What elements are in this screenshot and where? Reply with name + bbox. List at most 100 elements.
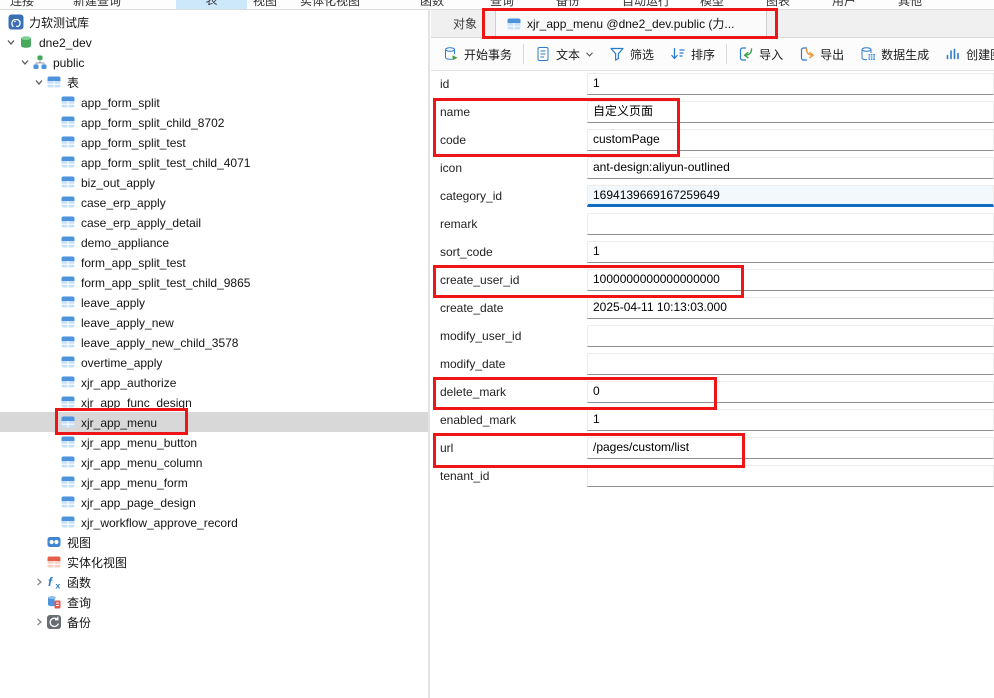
- tree-item-力软测试库[interactable]: 力软测试库: [0, 12, 428, 32]
- tree-item-demo_appliance[interactable]: demo_appliance: [0, 232, 428, 252]
- field-input-category_id[interactable]: 1694139669167259649: [587, 185, 994, 207]
- main-toolbar-item-备份[interactable]: 备份: [556, 0, 580, 10]
- chevron-down-icon[interactable]: [4, 36, 18, 48]
- field-input-modify_user_id[interactable]: [587, 325, 994, 347]
- main-toolbar-item-其他[interactable]: 其他: [898, 0, 922, 10]
- field-row-modify_date: modify_date: [431, 351, 994, 379]
- field-input-modify_date[interactable]: [587, 353, 994, 375]
- toolbar-button-排序[interactable]: 排序: [662, 41, 723, 67]
- main-toolbar-item-图表[interactable]: 图表: [766, 0, 790, 10]
- table-icon: [60, 274, 76, 290]
- tree-item-form_app_split_test_child_9865[interactable]: form_app_split_test_child_9865: [0, 272, 428, 292]
- table-icon: [60, 394, 76, 410]
- tree-item-overtime_apply[interactable]: overtime_apply: [0, 352, 428, 372]
- main-toolbar-item-模型[interactable]: 模型: [700, 0, 724, 10]
- main-toolbar-item-视图[interactable]: 视图: [253, 0, 277, 10]
- main-toolbar-item-表[interactable]: 表: [176, 0, 247, 10]
- toolbar-button-数据生成[interactable]: 数据生成: [852, 41, 937, 67]
- tree-item-label: case_erp_apply_detail: [81, 215, 201, 230]
- tree-item-leave_apply_new[interactable]: leave_apply_new: [0, 312, 428, 332]
- tree-item-xjr_app_func_design[interactable]: xjr_app_func_design: [0, 392, 428, 412]
- tree-item-查询[interactable]: 查询: [0, 592, 428, 612]
- tree-item-dne2_dev[interactable]: dne2_dev: [0, 32, 428, 52]
- tree-item-备份[interactable]: 备份: [0, 612, 428, 632]
- field-input-tenant_id[interactable]: [587, 465, 994, 487]
- tree-item-xjr_app_authorize[interactable]: xjr_app_authorize: [0, 372, 428, 392]
- tree-item-xjr_workflow_approve_record[interactable]: xjr_workflow_approve_record: [0, 512, 428, 532]
- tree-item-app_form_split_test_child_4071[interactable]: app_form_split_test_child_4071: [0, 152, 428, 172]
- tree-item-app_form_split_child_8702[interactable]: app_form_split_child_8702: [0, 112, 428, 132]
- tree-item-public[interactable]: public: [0, 52, 428, 72]
- field-input-remark[interactable]: [587, 213, 994, 235]
- tree-item-xjr_app_menu[interactable]: xjr_app_menu: [0, 412, 428, 432]
- toolbar-button-开始事务[interactable]: 开始事务: [435, 41, 520, 67]
- tree-item-xjr_app_menu_button[interactable]: xjr_app_menu_button: [0, 432, 428, 452]
- table-icon: [46, 74, 62, 90]
- tree-item-label: leave_apply: [81, 295, 145, 310]
- tree-item-case_erp_apply[interactable]: case_erp_apply: [0, 192, 428, 212]
- table-icon: [60, 374, 76, 390]
- tree-item-label: xjr_app_menu_button: [81, 435, 197, 450]
- toolbar-button-筛选[interactable]: 筛选: [601, 41, 662, 67]
- main-toolbar-item-新建查询[interactable]: 新建查询: [73, 0, 121, 10]
- tree-item-label: xjr_app_menu_form: [81, 475, 188, 490]
- tree-item-app_form_split_test[interactable]: app_form_split_test: [0, 132, 428, 152]
- main-toolbar-item-函数[interactable]: 函数: [420, 0, 444, 10]
- field-input-delete_mark[interactable]: 0: [587, 381, 994, 403]
- table-icon: [60, 174, 76, 190]
- tree-item-label: app_form_split_test: [81, 135, 186, 150]
- field-input-enabled_mark[interactable]: 1: [587, 409, 994, 431]
- chevron-right-icon[interactable]: [32, 616, 46, 628]
- tree-item-label: xjr_app_menu: [81, 415, 157, 430]
- table-icon: [60, 294, 76, 310]
- field-input-create_date[interactable]: 2025-04-11 10:13:03.000: [587, 297, 994, 319]
- field-input-create_user_id[interactable]: 1000000000000000000: [587, 269, 994, 291]
- main-toolbar-item-实体化视图[interactable]: 实体化视图: [300, 0, 360, 10]
- table-icon: [60, 254, 76, 270]
- tree-item-xjr_app_menu_column[interactable]: xjr_app_menu_column: [0, 452, 428, 472]
- postgres-connection-icon: [8, 14, 24, 30]
- tab-objects[interactable]: 对象: [439, 10, 491, 37]
- tree-item-xjr_app_page_design[interactable]: xjr_app_page_design: [0, 492, 428, 512]
- table-icon: [60, 314, 76, 330]
- tree-item-leave_apply[interactable]: leave_apply: [0, 292, 428, 312]
- tab-xjr-app-menu[interactable]: xjr_app_menu @dne2_dev.public (力...: [495, 10, 767, 37]
- tree-item-biz_out_apply[interactable]: biz_out_apply: [0, 172, 428, 192]
- tree-item-leave_apply_new_child_3578[interactable]: leave_apply_new_child_3578: [0, 332, 428, 352]
- field-label-modify_date: modify_date: [431, 351, 587, 379]
- tree-item-case_erp_apply_detail[interactable]: case_erp_apply_detail: [0, 212, 428, 232]
- field-input-url[interactable]: /pages/custom/list: [587, 437, 994, 459]
- main-toolbar-item-自动运行[interactable]: 自动运行: [622, 0, 670, 10]
- toolbar-button-创建图表[interactable]: 创建图表: [937, 41, 994, 67]
- content-panel: 对象 xjr_app_menu @dne2_dev.public (力... 开…: [431, 10, 994, 698]
- chevron-down-icon[interactable]: [18, 56, 32, 68]
- dropdown-caret-icon[interactable]: [586, 52, 593, 57]
- field-label-sort_code: sort_code: [431, 239, 587, 267]
- table-icon: [60, 414, 76, 430]
- field-input-code[interactable]: customPage: [587, 129, 994, 151]
- tree-item-表[interactable]: 表: [0, 72, 428, 92]
- chevron-right-icon[interactable]: [32, 576, 46, 588]
- tree-item-函数[interactable]: fx函数: [0, 572, 428, 592]
- toolbar-button-导出[interactable]: 导出: [791, 41, 852, 67]
- tab-xjr-app-menu-title: xjr_app_menu @dne2_dev.public (力...: [527, 15, 734, 32]
- svg-text:x: x: [56, 581, 61, 591]
- tree-item-form_app_split_test[interactable]: form_app_split_test: [0, 252, 428, 272]
- field-input-name[interactable]: 自定义页面: [587, 101, 994, 123]
- chevron-down-icon[interactable]: [32, 76, 46, 88]
- database-icon: [18, 34, 34, 50]
- main-toolbar-item-用户[interactable]: 用户: [832, 0, 856, 10]
- toolbar-button-文本[interactable]: 文本: [527, 41, 601, 67]
- tree-item-实体化视图[interactable]: 实体化视图: [0, 552, 428, 572]
- field-label-create_date: create_date: [431, 295, 587, 323]
- field-input-icon[interactable]: ant-design:aliyun-outlined: [587, 157, 994, 179]
- field-input-sort_code[interactable]: 1: [587, 241, 994, 263]
- main-toolbar-item-查询[interactable]: 查询: [490, 0, 514, 10]
- main-toolbar-item-连接[interactable]: 连接: [10, 0, 34, 10]
- field-row-tenant_id: tenant_id: [431, 463, 994, 491]
- toolbar-button-导入[interactable]: 导入: [730, 41, 791, 67]
- tree-item-视图[interactable]: 视图: [0, 532, 428, 552]
- tree-item-xjr_app_menu_form[interactable]: xjr_app_menu_form: [0, 472, 428, 492]
- field-input-id[interactable]: 1: [587, 73, 994, 95]
- tree-item-app_form_split[interactable]: app_form_split: [0, 92, 428, 112]
